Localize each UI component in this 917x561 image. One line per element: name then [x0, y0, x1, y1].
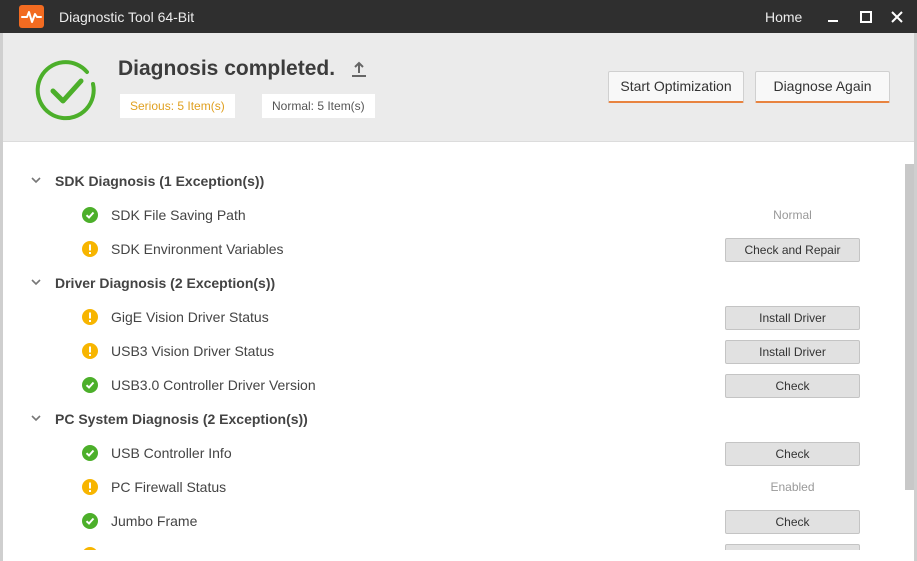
- window-title: Diagnostic Tool 64-Bit: [59, 9, 195, 25]
- chevron-down-icon: [31, 279, 41, 286]
- group-title: SDK Diagnosis (1 Exception(s)): [55, 173, 265, 189]
- check-button[interactable]: Check: [725, 442, 860, 466]
- diagnosis-summary: Diagnosis completed. Serious: 5 Item(s) …: [3, 33, 914, 142]
- warning-icon: [82, 343, 98, 359]
- list-item: USB Controller Info Check: [3, 436, 903, 470]
- diagnose-again-button[interactable]: Diagnose Again: [755, 71, 890, 103]
- item-label: SDK File Saving Path: [111, 207, 246, 223]
- title-bar: Diagnostic Tool 64-Bit Home: [0, 0, 917, 33]
- list-item: USB3 Vision Driver Status Install Driver: [3, 334, 903, 368]
- group-title: PC System Diagnosis (2 Exception(s)): [55, 411, 308, 427]
- item-status-text: Normal: [773, 208, 812, 222]
- normal-count-badge: Normal: 5 Item(s): [262, 94, 375, 118]
- group-sdk-diagnosis[interactable]: SDK Diagnosis (1 Exception(s)): [3, 164, 903, 198]
- item-status-text: Enabled: [770, 480, 815, 494]
- item-label: USB Controller Info: [111, 445, 232, 461]
- check-icon: [82, 445, 98, 461]
- list-item: Jumbo Frame Check: [3, 504, 903, 538]
- install-driver-button[interactable]: Install Driver: [725, 306, 860, 330]
- export-icon[interactable]: [349, 60, 369, 85]
- list-item: USB3.0 Controller Driver Version Check: [3, 368, 903, 402]
- item-label: Jumbo Frame: [111, 513, 198, 529]
- check-button[interactable]: Check: [725, 510, 860, 534]
- warning-icon: [82, 241, 98, 257]
- minimize-icon[interactable]: [825, 9, 841, 25]
- warning-icon: [82, 309, 98, 325]
- item-label: GigE Vision Driver Status: [111, 309, 269, 325]
- item-label: USB3 Vision Driver Status: [111, 343, 275, 359]
- warning-icon: [82, 479, 98, 495]
- group-pc-system-diagnosis[interactable]: PC System Diagnosis (2 Exception(s)): [3, 402, 903, 436]
- start-optimization-button[interactable]: Start Optimization: [608, 71, 744, 103]
- diagnosis-title: Diagnosis completed.: [118, 57, 336, 80]
- check-icon: [82, 377, 98, 393]
- chevron-down-icon: [31, 177, 41, 184]
- close-icon[interactable]: [889, 9, 905, 25]
- list-item: GigE Vision Driver Status Install Driver: [3, 300, 903, 334]
- item-label: USB3.0 Controller Driver Version: [111, 377, 316, 393]
- home-link[interactable]: Home: [765, 9, 802, 25]
- item-label: PC Firewall Status: [111, 479, 227, 495]
- warning-icon: [83, 547, 97, 550]
- list-item-partial: [3, 538, 903, 550]
- item-label: SDK Environment Variables: [111, 241, 284, 257]
- group-title: Driver Diagnosis (2 Exception(s)): [55, 275, 276, 291]
- check-icon: [82, 513, 98, 529]
- vertical-scrollbar[interactable]: [905, 164, 914, 490]
- action-button-partial[interactable]: [725, 544, 860, 550]
- chevron-down-icon: [31, 415, 41, 422]
- list-item: SDK File Saving Path Normal: [3, 198, 903, 232]
- check-button[interactable]: Check: [725, 374, 860, 398]
- list-item: PC Firewall Status Enabled: [3, 470, 903, 504]
- check-icon: [82, 207, 98, 223]
- serious-count-badge: Serious: 5 Item(s): [120, 94, 235, 118]
- group-driver-diagnosis[interactable]: Driver Diagnosis (2 Exception(s)): [3, 266, 903, 300]
- success-check-icon: [35, 60, 97, 127]
- maximize-icon[interactable]: [858, 9, 874, 25]
- install-driver-button[interactable]: Install Driver: [725, 340, 860, 364]
- check-and-repair-button[interactable]: Check and Repair: [725, 238, 860, 262]
- app-logo-icon: [19, 5, 44, 28]
- diagnosis-list: SDK Diagnosis (1 Exception(s)) SDK File …: [3, 143, 903, 550]
- list-item: SDK Environment Variables Check and Repa…: [3, 232, 903, 266]
